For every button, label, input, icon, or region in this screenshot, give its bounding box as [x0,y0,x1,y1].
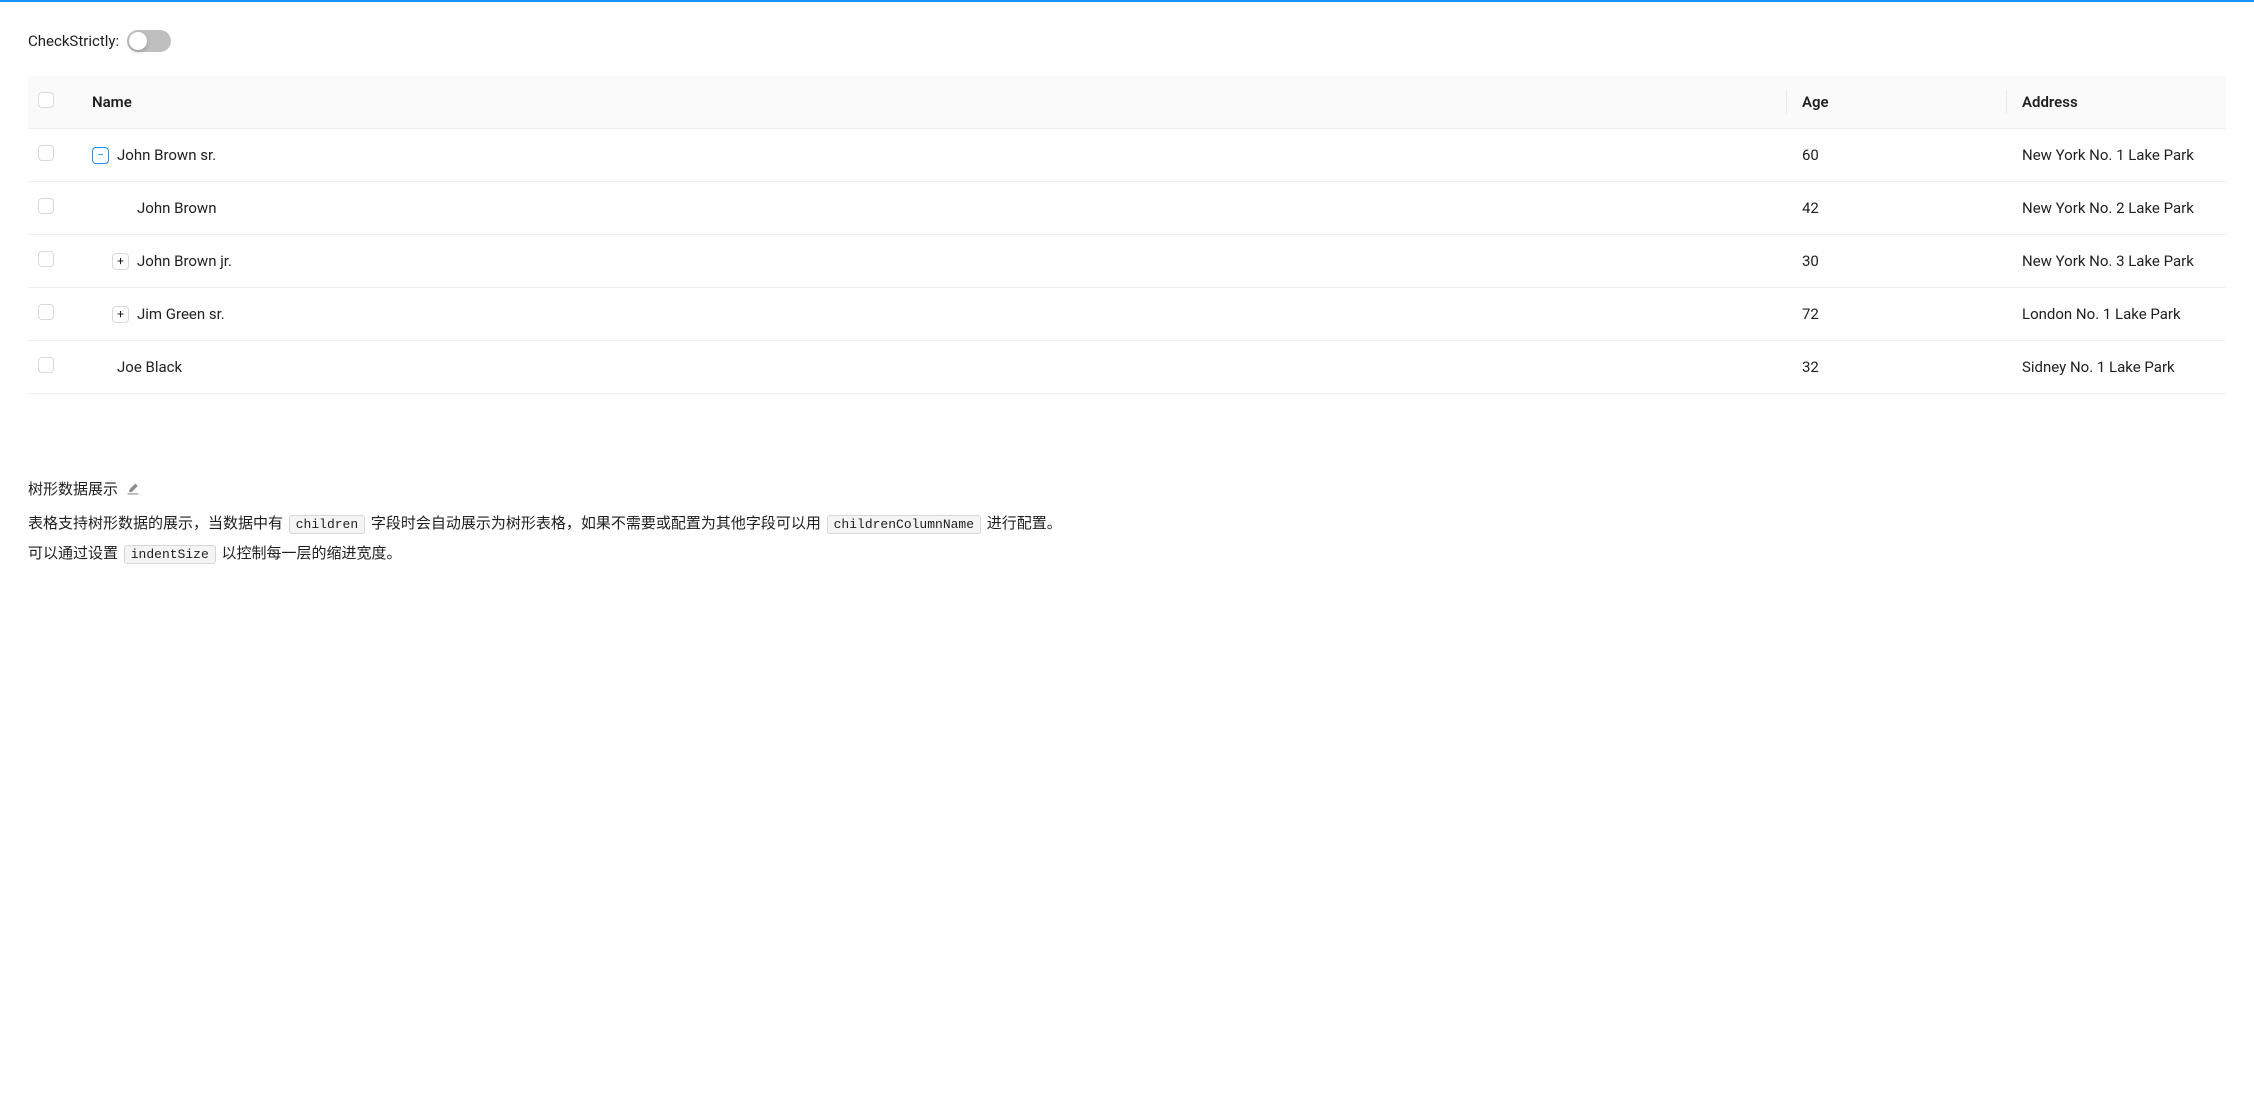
doc-paragraph-1: 表格支持树形数据的展示，当数据中有 children 字段时会自动展示为树形表格… [28,508,2226,538]
cell-name: + Jim Green sr. [76,288,1786,341]
cell-age: 72 [1786,288,2006,341]
cell-age: 32 [1786,341,2006,394]
row-name-text: John Brown jr. [137,252,232,270]
cell-age: 60 [1786,129,2006,182]
row-name-text: Joe Black [117,358,182,376]
expand-icon[interactable]: + [112,253,129,270]
switch-handle [129,32,147,50]
select-all-checkbox[interactable] [38,92,54,108]
cell-address: New York No. 2 Lake Park [2006,182,2226,235]
code-indentSize: indentSize [124,545,216,564]
tree-table: Name Age Address −John Brown sr.60New Yo… [28,76,2226,394]
check-strictly-label: CheckStrictly: [28,32,119,50]
table-row: John Brown 42New York No. 2 Lake Park [28,182,2226,235]
cell-address: New York No. 3 Lake Park [2006,235,2226,288]
row-checkbox[interactable] [38,357,54,373]
cell-name: Joe Black [76,341,1786,394]
cell-address: New York No. 1 Lake Park [2006,129,2226,182]
cell-name: −John Brown sr. [76,129,1786,182]
expand-icon[interactable]: + [112,306,129,323]
doc-paragraph-2: 可以通过设置 indentSize 以控制每一层的缩进宽度。 [28,538,2226,568]
doc-section: 树形数据展示 表格支持树形数据的展示，当数据中有 children 字段时会自动… [0,474,2254,596]
cell-age: 30 [1786,235,2006,288]
cell-age: 42 [1786,182,2006,235]
table-row: −John Brown sr.60New York No. 1 Lake Par… [28,129,2226,182]
row-name-text: Jim Green sr. [137,305,225,323]
row-name-text: John Brown [137,199,217,217]
row-checkbox[interactable] [38,304,54,320]
header-checkbox-cell [28,76,76,129]
table-row: + John Brown jr. 30New York No. 3 Lake Par… [28,235,2226,288]
row-checkbox[interactable] [38,251,54,267]
table-row: Joe Black 32Sidney No. 1 Lake Park [28,341,2226,394]
header-age[interactable]: Age [1786,76,2006,129]
header-address[interactable]: Address [2006,76,2226,129]
collapse-icon[interactable]: − [92,147,109,164]
check-strictly-switch[interactable] [127,30,171,52]
cell-name: + John Brown jr. [76,235,1786,288]
code-children: children [289,515,365,534]
row-checkbox[interactable] [38,145,54,161]
header-name[interactable]: Name [76,76,1786,129]
cell-address: Sidney No. 1 Lake Park [2006,341,2226,394]
row-checkbox[interactable] [38,198,54,214]
edit-icon[interactable] [126,482,140,496]
table-row: + Jim Green sr. 72London No. 1 Lake Park [28,288,2226,341]
row-name-text: John Brown sr. [117,146,216,164]
cell-address: London No. 1 Lake Park [2006,288,2226,341]
cell-name: John Brown [76,182,1786,235]
code-childrenColumnName: childrenColumnName [827,515,981,534]
doc-title: 树形数据展示 [28,474,118,504]
